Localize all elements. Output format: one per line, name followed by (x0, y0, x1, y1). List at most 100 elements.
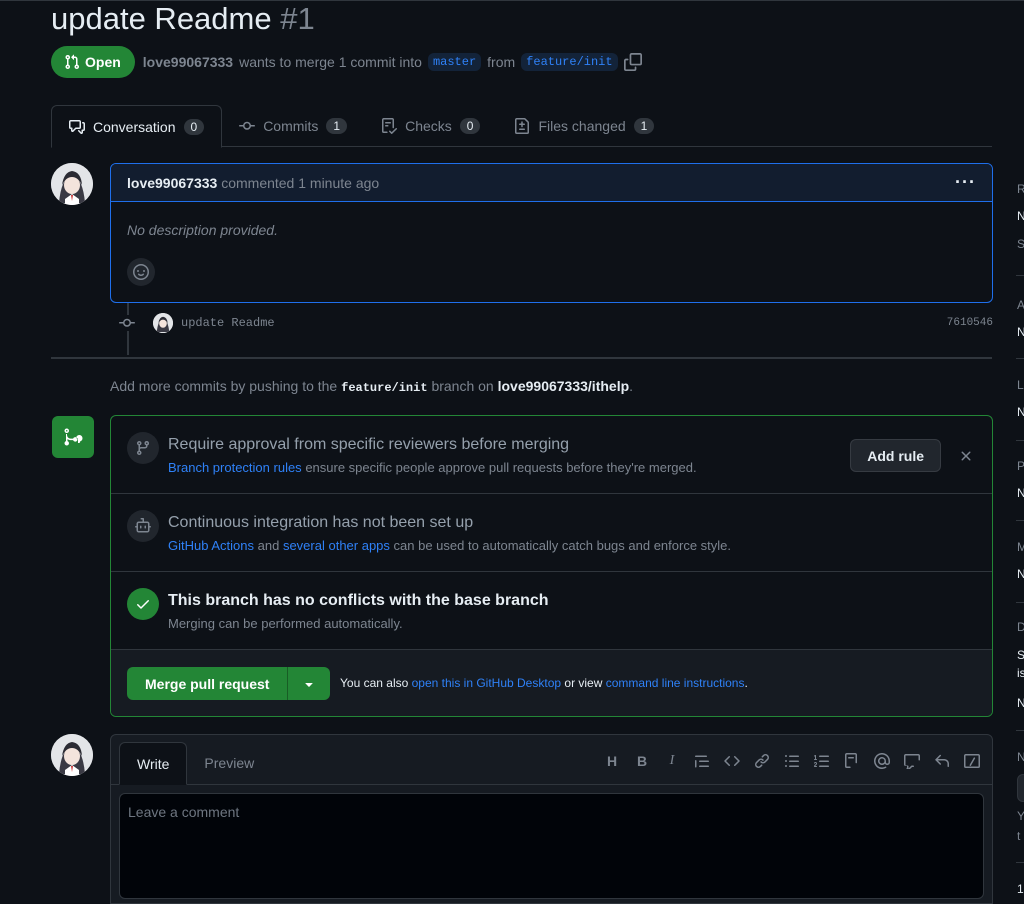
mention-icon[interactable] (874, 753, 890, 769)
sidebar-letter: t (1017, 829, 1021, 843)
current-user-avatar[interactable] (51, 734, 93, 776)
comment-textarea[interactable]: Leave a comment (119, 793, 984, 899)
pr-author-link[interactable]: love99067333 (143, 54, 233, 70)
smiley-icon (133, 264, 149, 280)
tab-write[interactable]: Write (119, 742, 188, 785)
pr-summary: love99067333 wants to merge 1 commit int… (143, 53, 642, 71)
commit-avatar[interactable] (153, 313, 173, 333)
sidebar-divider (1016, 862, 1024, 863)
sidebar-letter: M (1017, 540, 1024, 554)
hint-mid: branch on (431, 378, 494, 394)
state-label: Open (85, 54, 121, 70)
merge-footer: Merge pull request You can also open thi… (111, 650, 992, 716)
sidebar-letter: L (1017, 378, 1024, 392)
merge-note: You can also open this in GitHub Desktop… (340, 676, 748, 690)
hint-branch: feature/init (341, 381, 428, 395)
merge-pull-request-button[interactable]: Merge pull request (127, 667, 289, 700)
sidebar-letter: Y (1017, 809, 1024, 823)
more-options-icon[interactable]: ··· (955, 172, 976, 193)
bold-icon[interactable]: B (634, 753, 650, 769)
merge-status-icon (52, 416, 94, 458)
sidebar-letter: 1 (1017, 882, 1024, 896)
tab-commits-label: Commits (263, 118, 319, 134)
ci-sub-text: can be used to automatically catch bugs … (393, 538, 732, 553)
quote-icon[interactable] (694, 753, 710, 769)
numbered-list-icon[interactable] (814, 753, 830, 769)
tab-conversation-count: 0 (183, 118, 205, 135)
pr-summary-text: wants to merge 1 commit into (239, 54, 422, 70)
bullet-list-icon[interactable] (784, 753, 800, 769)
conflicts-subtitle: Merging can be performed automatically. (168, 616, 403, 631)
italic-icon[interactable]: I (664, 753, 680, 769)
sidebar-letter: N (1017, 209, 1024, 223)
slash-command-icon[interactable] (964, 753, 980, 769)
copy-icon[interactable] (623, 53, 642, 71)
sidebar-letter: D (1017, 620, 1024, 634)
close-icon[interactable] (958, 448, 974, 464)
sidebar-clipped: R N S A N L N P N M N D S is N N Y t 1 (1016, 0, 1024, 904)
note-post: . (744, 676, 748, 690)
ci-subtitle: GitHub Actions and several other apps ca… (168, 538, 731, 553)
ci-title: Continuous integration has not been set … (168, 514, 474, 531)
check-icon-wrap (127, 588, 159, 620)
task-list-icon[interactable] (844, 753, 860, 769)
add-reaction-button[interactable] (127, 258, 155, 286)
reply-icon[interactable] (934, 753, 950, 769)
sidebar-letter: N (1017, 486, 1024, 500)
reference-icon[interactable] (904, 753, 920, 769)
commit-icon (117, 315, 137, 331)
comment-author[interactable]: love99067333 (127, 175, 217, 191)
file-diff-icon (515, 118, 530, 134)
tab-files-changed-count: 1 (633, 118, 655, 134)
comment-meta: commented 1 minute ago (221, 174, 380, 191)
tab-files-changed-label: Files changed (538, 118, 626, 134)
markdown-toolbar: H B I (604, 753, 980, 769)
timeline-divider (51, 357, 992, 359)
commit-message[interactable]: update Readme (181, 316, 275, 330)
sidebar-letter: is (1017, 666, 1024, 680)
sidebar-letter: N (1017, 750, 1024, 764)
link-icon[interactable] (754, 753, 770, 769)
sidebar-letter: A (1017, 298, 1024, 312)
tab-checks[interactable]: Checks 0 (364, 105, 497, 147)
hint-repo-link[interactable]: love99067333/ithelp (498, 378, 630, 394)
push-hint: Add more commits by pushing to the featu… (110, 378, 633, 395)
heading-icon[interactable]: H (604, 753, 620, 769)
tab-commits[interactable]: Commits 1 (222, 105, 364, 147)
tab-conversation[interactable]: Conversation 0 (51, 105, 223, 148)
tab-files-changed[interactable]: Files changed 1 (497, 105, 671, 147)
tab-preview[interactable]: Preview (187, 742, 271, 784)
rule-title: Require approval from specific reviewers… (168, 436, 570, 453)
avatar[interactable] (51, 163, 93, 205)
hint-pre: Add more commits by pushing to the (110, 378, 338, 394)
branch-protection-link[interactable]: Branch protection rules (168, 460, 302, 475)
add-rule-button[interactable]: Add rule (850, 439, 941, 472)
commit-sha[interactable]: 7610546 (947, 317, 993, 329)
from-text: from (487, 54, 516, 70)
comment-header: love99067333 commented 1 minute ago ··· (111, 164, 992, 202)
tab-conversation-label: Conversation (93, 118, 176, 135)
sidebar-letter: P (1017, 459, 1024, 473)
branch-protection-section: Require approval from specific reviewers… (111, 416, 992, 494)
merge-method-dropdown[interactable] (288, 667, 331, 700)
github-desktop-link[interactable]: open this in GitHub Desktop (412, 676, 561, 690)
pr-title: update Readme (51, 1, 272, 36)
base-branch[interactable]: master (427, 53, 482, 71)
pull-request-icon (65, 54, 80, 70)
code-icon[interactable] (724, 753, 740, 769)
conflicts-title: This branch has no conflicts with the ba… (168, 592, 549, 609)
checklist-icon (382, 118, 398, 134)
branch-icon-wrap (127, 432, 159, 464)
github-actions-link[interactable]: GitHub Actions (168, 538, 254, 553)
comment-body: No description provided. (127, 222, 278, 238)
sidebar-button[interactable] (1017, 774, 1024, 802)
conflicts-section: This branch has no conflicts with the ba… (111, 572, 992, 650)
note-pre: You can also (340, 676, 409, 690)
merge-button-group: Merge pull request (127, 667, 331, 700)
command-line-link[interactable]: command line instructions (606, 676, 745, 690)
sidebar-divider (1016, 602, 1024, 603)
tab-checks-count: 0 (459, 118, 481, 134)
other-apps-link[interactable]: several other apps (283, 538, 390, 553)
head-branch[interactable]: feature/init (521, 53, 618, 71)
pr-number: #1 (280, 1, 315, 36)
